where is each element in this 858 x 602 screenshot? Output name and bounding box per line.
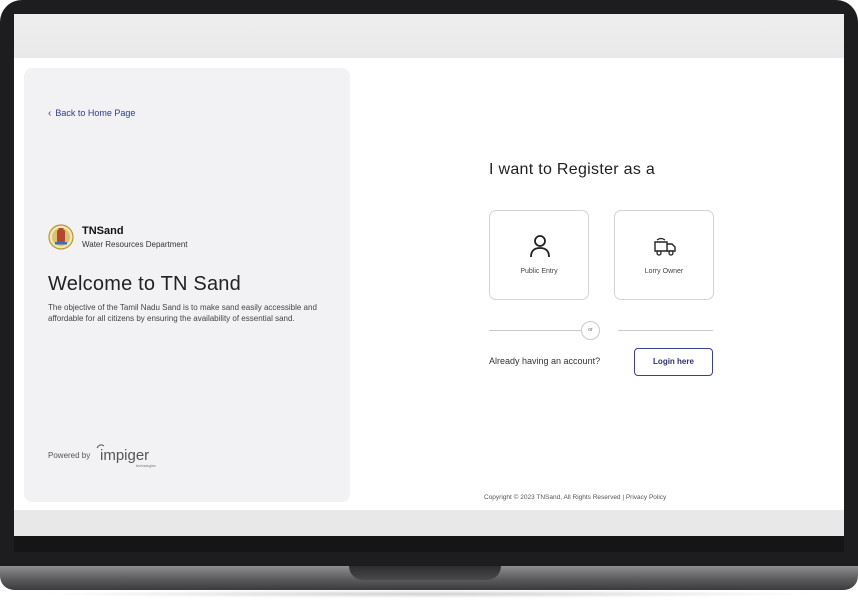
copyright-text: Copyright © 2023 TNSand, All Rights Rese…: [484, 494, 667, 501]
divider-right: [618, 330, 713, 331]
brand-name: TNSand: [82, 225, 124, 237]
welcome-description: The objective of the Tamil Nadu Sand is …: [48, 303, 317, 323]
register-heading: I want to Register as a: [489, 161, 656, 178]
welcome-title: Welcome to TN Sand: [48, 273, 241, 295]
laptop-shadow: [40, 590, 818, 598]
registration-page: ‹ Back to Home Page TNSand Water Resourc…: [14, 58, 844, 510]
divider-left: [489, 330, 581, 331]
welcome-panel: ‹ Back to Home Page TNSand Water Resourc…: [24, 68, 350, 502]
powered-by: Powered by impiger technologies: [48, 440, 164, 470]
laptop-notch: [349, 566, 501, 580]
public-entry-label: Public Entry: [520, 268, 558, 275]
person-icon: [530, 235, 550, 258]
powered-by-label: Powered by: [48, 450, 91, 460]
brand-subtitle: Water Resources Department: [82, 240, 188, 249]
laptop-screen: ‹ Back to Home Page TNSand Water Resourc…: [14, 14, 844, 552]
lorry-owner-label: Lorry Owner: [644, 268, 684, 275]
tn-emblem-logo: [48, 224, 74, 250]
svg-text:impiger: impiger: [100, 447, 149, 464]
impiger-logo: impiger technologies: [96, 444, 156, 468]
chevron-left-icon: ‹: [48, 107, 52, 119]
screen-bezel-bottom: [14, 536, 844, 552]
back-link-label: Back to Home Page: [55, 108, 136, 118]
public-entry-option[interactable]: Public Entry: [489, 210, 589, 300]
already-account-text: Already having an account?: [489, 356, 601, 366]
svg-text:technologies: technologies: [136, 464, 156, 468]
back-to-home-link[interactable]: ‹ Back to Home Page: [48, 108, 135, 118]
laptop-frame: ‹ Back to Home Page TNSand Water Resourc…: [0, 0, 858, 566]
browser-top-bar: [14, 14, 844, 58]
login-button[interactable]: Login here: [634, 348, 713, 376]
browser-bottom-bar: [14, 510, 844, 536]
truck-icon: [654, 237, 676, 256]
lorry-owner-option[interactable]: Lorry Owner: [614, 210, 714, 300]
or-separator: or: [581, 321, 600, 340]
